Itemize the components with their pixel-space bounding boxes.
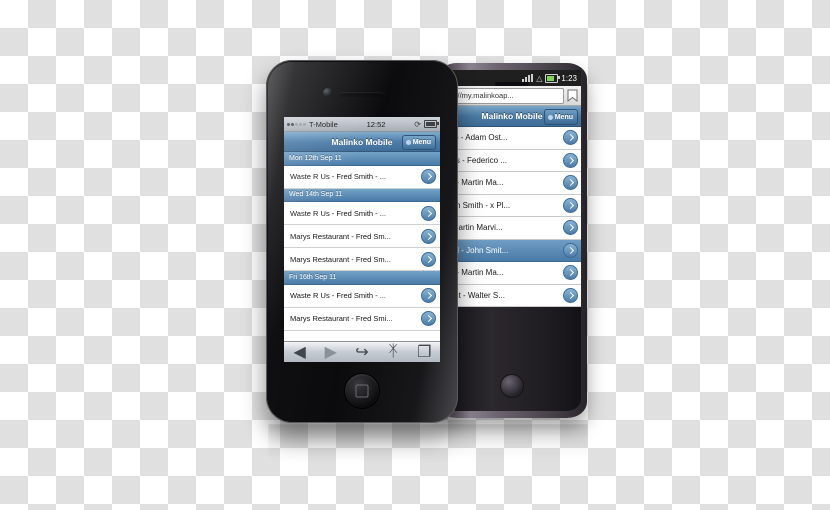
- android-earpiece-speaker: [495, 82, 529, 86]
- row-label: rp - Martin Ma...: [447, 268, 504, 278]
- row-label: Waste R Us - Fred Smith - ...: [290, 291, 386, 300]
- carrier-label: T-Mobile: [309, 119, 338, 129]
- table-row[interactable]: - Martin Marvi...: [443, 217, 581, 240]
- signal-bars-icon: [522, 74, 534, 82]
- android-app-title: Malinko Mobile: [481, 111, 543, 121]
- forward-arrow-icon[interactable]: ▶: [323, 344, 339, 361]
- list-item[interactable]: Marys Restaurant - Fred Sm...: [284, 248, 440, 271]
- chevron-right-icon[interactable]: [563, 175, 578, 191]
- iphone-browser-toolbar[interactable]: ◀ ▶ ↪ ᛡ ❐: [284, 341, 440, 362]
- list-item[interactable]: Waste R Us - Fred Smith - ...: [284, 202, 440, 225]
- iphone-status-time: 12:52: [366, 119, 386, 129]
- android-status-time: 1:23: [561, 73, 577, 83]
- battery-icon: [545, 73, 561, 83]
- chevron-right-icon[interactable]: [563, 265, 578, 281]
- iphone-menu-button[interactable]: Menu: [401, 135, 436, 150]
- android-home-button[interactable]: [500, 374, 524, 398]
- back-arrow-icon[interactable]: ◀: [292, 344, 308, 361]
- android-browser-url-bar[interactable]: w://my.malinkoap...: [443, 86, 581, 106]
- android-bezel: △ 1:23 w://my.malinkoap... Malinko Mobil…: [443, 70, 581, 411]
- device-reflection: [268, 424, 588, 476]
- url-input[interactable]: w://my.malinkoap...: [446, 87, 564, 104]
- row-label: rant - Walter S...: [447, 290, 505, 300]
- chevron-right-icon[interactable]: [421, 205, 436, 221]
- android-screen[interactable]: △ 1:23 w://my.malinkoap... Malinko Mobil…: [443, 70, 581, 307]
- chevron-right-icon[interactable]: [421, 228, 436, 244]
- row-label: Waste R Us - Fred Smith - ...: [290, 208, 386, 218]
- chevron-right-icon[interactable]: [563, 242, 578, 258]
- row-label: Waste R Us - Fred Smith - ...: [290, 172, 386, 181]
- android-appointment-list[interactable]: orp - Adam Ost... ries - Federico ... rp…: [443, 127, 581, 307]
- table-row[interactable]: rant - Walter S...: [443, 284, 581, 307]
- list-item[interactable]: Marys Restaurant - Fred Smi...: [284, 307, 440, 331]
- android-app-bar: Malinko Mobile Menu: [443, 106, 581, 127]
- table-row[interactable]: ohn Smith - x Pl...: [443, 194, 581, 217]
- android-device: △ 1:23 w://my.malinkoap... Malinko Mobil…: [437, 63, 587, 418]
- bookmark-icon[interactable]: [567, 89, 578, 102]
- front-camera-icon: [323, 88, 332, 97]
- row-label: orp - Adam Ost...: [447, 133, 508, 143]
- iphone-app-title: Malinko Mobile: [331, 136, 393, 147]
- list-item[interactable]: Marys Restaurant - Fred Sm...: [284, 225, 440, 248]
- table-row[interactable]: rp - Martin Ma...: [443, 262, 581, 285]
- share-icon[interactable]: ↪: [354, 344, 370, 361]
- iphone-screen[interactable]: T-Mobile 12:52 ⟳ Malinko Mobile Menu Mon…: [284, 117, 440, 362]
- battery-icon: [424, 120, 439, 128]
- signal-dots-icon: [287, 122, 306, 126]
- row-label: Marys Restaurant - Fred Sm...: [290, 254, 391, 264]
- chevron-right-icon[interactable]: [421, 251, 436, 267]
- chevron-right-icon[interactable]: [421, 311, 436, 326]
- refresh-icon: ⟳: [414, 119, 421, 129]
- scene: △ 1:23 w://my.malinkoap... Malinko Mobil…: [0, 0, 830, 510]
- list-item[interactable]: Waste R Us - Fred Smith - ...: [284, 284, 440, 308]
- iphone-app-bar: Malinko Mobile Menu: [284, 132, 440, 152]
- table-row[interactable]: rp - Martin Ma...: [443, 172, 581, 195]
- bullet-dot-icon: [405, 140, 411, 145]
- chevron-right-icon[interactable]: [421, 169, 436, 184]
- row-label: Marys Restaurant - Fred Sm...: [290, 231, 391, 241]
- iphone-status-bar: T-Mobile 12:52 ⟳: [284, 117, 440, 132]
- bullet-dot-icon: [547, 114, 553, 120]
- list-item[interactable]: Waste R Us - Fred Smith - ...: [284, 165, 440, 189]
- iphone-device: T-Mobile 12:52 ⟳ Malinko Mobile Menu Mon…: [266, 60, 458, 423]
- chevron-right-icon[interactable]: [563, 130, 578, 146]
- list-section-header: Wed 14th Sep 11: [284, 188, 440, 202]
- row-label: ohn Smith - x Pl...: [447, 200, 511, 210]
- iphone-home-button[interactable]: [344, 373, 380, 409]
- row-label: rp - Martin Ma...: [447, 178, 504, 188]
- chevron-right-icon[interactable]: [563, 220, 578, 236]
- table-row-selected[interactable]: ncil - John Smit...: [443, 239, 581, 262]
- android-menu-label: Menu: [554, 113, 573, 121]
- table-row[interactable]: orp - Adam Ost...: [443, 127, 581, 150]
- list-section-header: Mon 12th Sep 11: [284, 152, 440, 166]
- chevron-right-icon[interactable]: [563, 152, 578, 168]
- table-row[interactable]: ries - Federico ...: [443, 149, 581, 172]
- iphone-menu-label: Menu: [412, 139, 431, 146]
- bookmarks-icon[interactable]: ᛡ: [385, 343, 401, 360]
- row-label: ncil - John Smit...: [447, 245, 509, 255]
- tabs-icon[interactable]: ❐: [416, 344, 432, 361]
- wifi-icon: △: [536, 73, 543, 83]
- android-menu-button[interactable]: Menu: [543, 109, 578, 125]
- chevron-right-icon[interactable]: [563, 197, 578, 213]
- iphone-appointment-list[interactable]: Mon 12th Sep 11 Waste R Us - Fred Smith …: [284, 152, 440, 331]
- chevron-right-icon[interactable]: [563, 287, 578, 303]
- list-section-header: Fri 16th Sep 11: [284, 271, 440, 285]
- row-label: - Martin Marvi...: [447, 223, 503, 233]
- chevron-right-icon[interactable]: [421, 288, 436, 303]
- row-label: ries - Federico ...: [447, 155, 508, 165]
- row-label: Marys Restaurant - Fred Smi...: [290, 314, 393, 323]
- iphone-earpiece-speaker: [340, 92, 384, 97]
